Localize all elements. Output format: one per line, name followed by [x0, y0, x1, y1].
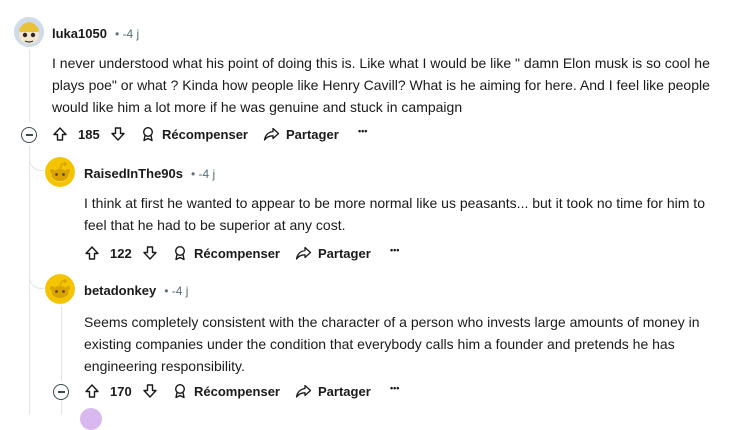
more-options-button[interactable]: ••• — [358, 126, 367, 136]
comment-body: I think at first he wanted to appear to … — [84, 195, 705, 233]
more-icon: ••• — [358, 126, 368, 136]
comment-username[interactable]: luka1050 — [52, 26, 107, 41]
thread-line-reply-2-lower — [61, 400, 62, 414]
avatar[interactable] — [45, 157, 75, 187]
award-label: Récompenser — [194, 383, 280, 399]
comment-timestamp: • -4 j — [164, 283, 189, 298]
thread-line-reply-2 — [61, 306, 62, 381]
snoo-avatar-icon — [45, 274, 75, 304]
award-label: Récompenser — [162, 126, 248, 142]
vote-count: 122 — [110, 245, 132, 261]
share-label: Partager — [318, 245, 371, 261]
minus-icon — [57, 391, 65, 393]
more-options-button[interactable]: ••• — [390, 245, 399, 255]
user-avatar-icon — [14, 17, 44, 47]
vote-count: 185 — [78, 126, 100, 142]
collapse-thread-button[interactable] — [21, 127, 37, 143]
thread-branch-2 — [29, 262, 44, 289]
award-button[interactable]: Récompenser — [172, 383, 280, 399]
share-icon — [295, 384, 312, 398]
award-label: Récompenser — [194, 245, 280, 261]
award-icon — [174, 245, 186, 261]
collapse-thread-button[interactable] — [53, 384, 69, 400]
award-button[interactable]: Récompenser — [140, 126, 248, 142]
avatar[interactable] — [80, 408, 102, 430]
comment-username[interactable]: betadonkey — [84, 283, 156, 298]
downvote-icon[interactable] — [142, 383, 158, 399]
share-button[interactable]: Partager — [263, 126, 339, 142]
share-icon — [263, 127, 280, 141]
share-label: Partager — [286, 126, 339, 142]
more-icon: ••• — [390, 383, 400, 393]
comment-body: Seems completely consistent with the cha… — [84, 314, 700, 374]
award-button[interactable]: Récompenser — [172, 245, 280, 261]
comment-timestamp: • -4 j — [191, 166, 216, 181]
more-icon: ••• — [390, 245, 400, 255]
upvote-icon[interactable] — [84, 383, 100, 399]
upvote-icon[interactable] — [84, 245, 100, 261]
thread-line-main — [29, 50, 30, 122]
award-icon — [174, 383, 186, 399]
comment-body: I never understood what his point of doi… — [52, 55, 710, 115]
more-options-button[interactable]: ••• — [390, 383, 399, 393]
upvote-icon[interactable] — [52, 126, 68, 142]
comment-username[interactable]: RaisedInThe90s — [84, 166, 183, 181]
share-label: Partager — [318, 383, 371, 399]
share-icon — [295, 246, 312, 260]
avatar[interactable] — [14, 17, 44, 47]
minus-icon — [25, 134, 33, 136]
award-icon — [142, 126, 154, 142]
vote-count: 170 — [110, 383, 132, 399]
avatar[interactable] — [45, 274, 75, 304]
snoo-avatar-icon — [45, 157, 75, 187]
comment-timestamp: • -4 j — [114, 26, 140, 41]
downvote-icon[interactable] — [110, 126, 126, 142]
thread-branch-1 — [29, 146, 44, 171]
share-button[interactable]: Partager — [295, 383, 371, 399]
share-button[interactable]: Partager — [295, 245, 371, 261]
downvote-icon[interactable] — [142, 245, 158, 261]
